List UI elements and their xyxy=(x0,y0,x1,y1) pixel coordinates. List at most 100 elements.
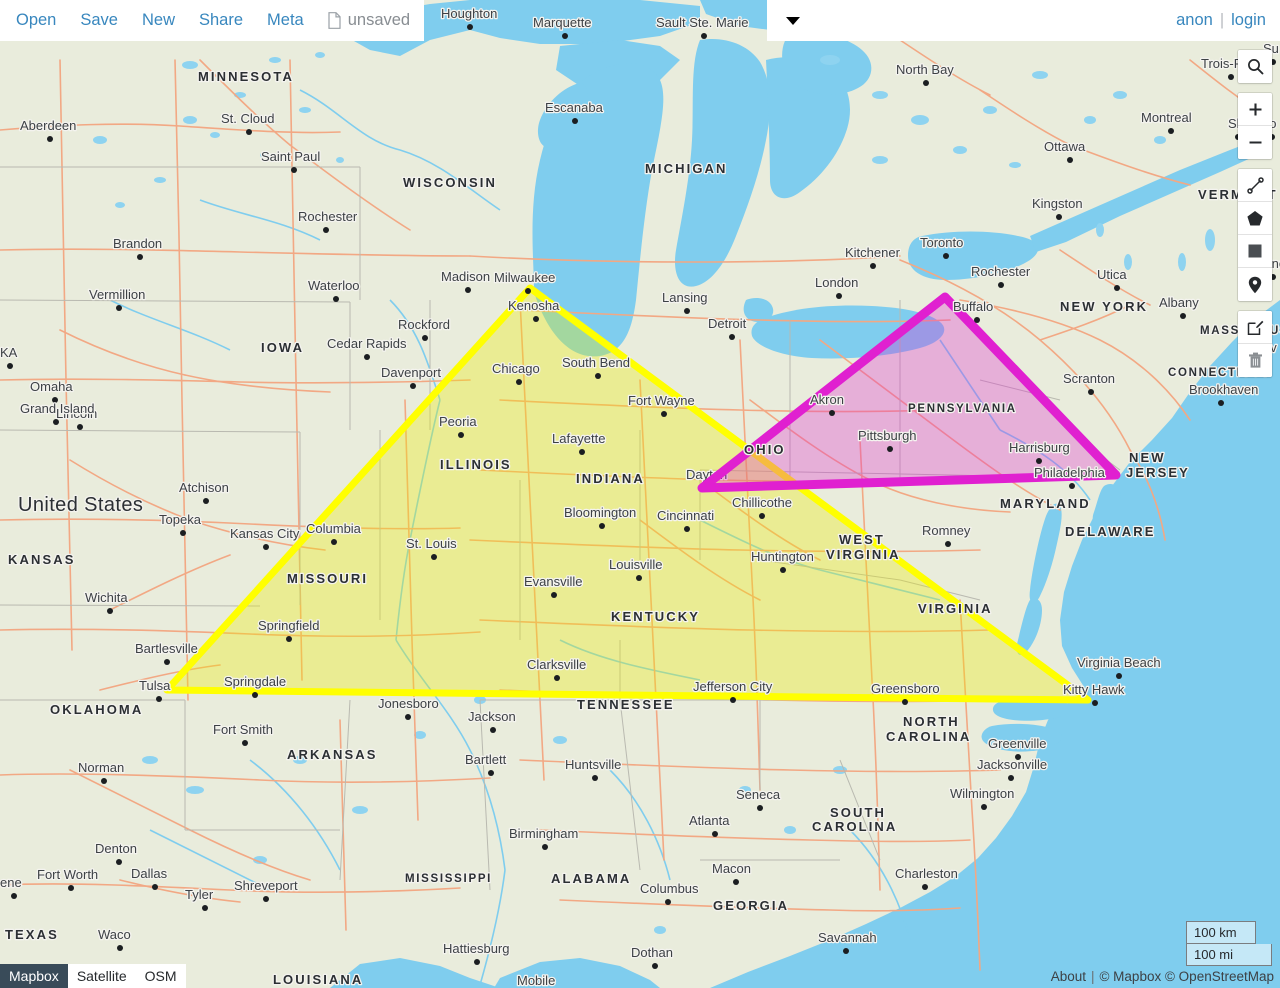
city-dot xyxy=(943,253,949,259)
layer-satellite[interactable]: Satellite xyxy=(68,964,136,988)
map-canvas[interactable]: Houghton Marquette Sault Ste. Marie St. Clo… xyxy=(0,0,1280,988)
mapbox-attribution[interactable]: © Mapbox xyxy=(1099,969,1161,984)
meta-button[interactable]: Meta xyxy=(255,0,316,41)
file-name: unsaved xyxy=(347,11,411,29)
map-label: ALABAMA xyxy=(551,871,631,886)
rectangle-tool-icon[interactable] xyxy=(1238,235,1272,268)
city-dot xyxy=(242,740,248,746)
map-label: Houghton xyxy=(441,6,497,21)
map-label: Davenport xyxy=(381,365,441,380)
city-dot xyxy=(246,129,252,135)
line-tool-icon[interactable] xyxy=(1238,169,1272,202)
marker-tool-icon[interactable] xyxy=(1238,268,1272,301)
map-label: Jonesboro xyxy=(378,696,439,711)
user-name[interactable]: anon xyxy=(1176,11,1213,30)
map-label: TENNESSEE xyxy=(577,697,675,712)
search-icon[interactable] xyxy=(1238,50,1272,83)
map-label: Peoria xyxy=(439,414,477,429)
city-dot xyxy=(1228,74,1234,80)
trash-icon[interactable] xyxy=(1238,344,1272,377)
city-dot xyxy=(533,316,539,322)
city-dot xyxy=(422,335,428,341)
auth-links: anon | login xyxy=(1176,11,1266,30)
map-label: Fort Smith xyxy=(213,722,273,737)
city-dot xyxy=(757,805,763,811)
map-label: Savannah xyxy=(818,930,877,945)
map-label: Bartlett xyxy=(465,752,507,767)
city-dot xyxy=(636,575,642,581)
map-label: Ottawa xyxy=(1044,139,1086,154)
city-dot xyxy=(733,879,739,885)
map-label: SOUTH xyxy=(830,805,886,820)
about-link[interactable]: About xyxy=(1051,969,1086,984)
map-label: Seneca xyxy=(736,787,781,802)
map-label: Kitchener xyxy=(845,245,901,260)
map-label: KA xyxy=(0,345,18,360)
osm-attribution[interactable]: © OpenStreetMap xyxy=(1165,969,1274,984)
city-dot xyxy=(729,334,735,340)
map-label: Chicago xyxy=(492,361,540,376)
login-link[interactable]: login xyxy=(1231,11,1266,30)
city-dot xyxy=(488,770,494,776)
document-icon xyxy=(328,12,341,29)
map-label: Saint Paul xyxy=(261,149,320,164)
city-dot xyxy=(137,254,143,260)
map-label: Fort Wayne xyxy=(628,393,695,408)
city-dot xyxy=(68,885,74,891)
city-dot xyxy=(1116,673,1122,679)
map-label: Wichita xyxy=(85,590,128,605)
map-label: Madison xyxy=(441,269,490,284)
city-dot xyxy=(333,296,339,302)
open-button[interactable]: Open xyxy=(12,0,68,41)
chevron-down-icon[interactable] xyxy=(781,9,805,33)
share-button[interactable]: Share xyxy=(187,0,255,41)
city-dot xyxy=(490,727,496,733)
city-dot xyxy=(922,884,928,890)
city-dot xyxy=(525,288,531,294)
scale-control: 100 km 100 mi xyxy=(1186,921,1272,966)
city-dot xyxy=(829,410,835,416)
edit-icon[interactable] xyxy=(1238,311,1272,344)
city-dot xyxy=(923,80,929,86)
map-label: Dothan xyxy=(631,945,673,960)
map-label: OHIO xyxy=(744,442,786,457)
map-label: London xyxy=(815,275,858,290)
new-button[interactable]: New xyxy=(130,0,187,41)
layer-mapbox[interactable]: Mapbox xyxy=(0,964,68,988)
save-button[interactable]: Save xyxy=(68,0,130,41)
map-label: MISSISSIPPI xyxy=(405,873,492,885)
scale-metric: 100 km xyxy=(1186,921,1256,944)
map-label: United States xyxy=(18,494,143,516)
city-dot xyxy=(572,118,578,124)
map-label: DELAWARE xyxy=(1065,524,1155,539)
map-application: Houghton Marquette Sault Ste. Marie St. Clo… xyxy=(0,0,1280,988)
map-label: Bloomington xyxy=(564,505,636,520)
city-dot xyxy=(101,778,107,784)
map-label: Jacksonville xyxy=(977,757,1047,772)
city-dot xyxy=(116,859,122,865)
map-label: Kansas City xyxy=(230,526,300,541)
map-label: Marquette xyxy=(533,15,592,30)
map-label: Harrisburg xyxy=(1009,440,1070,455)
layer-osm[interactable]: OSM xyxy=(136,964,186,988)
map-label: Shreveport xyxy=(234,878,298,893)
city-dot xyxy=(467,24,473,30)
current-file: unsaved xyxy=(316,11,410,30)
map-label: NEW xyxy=(1129,450,1166,465)
map-label: Rochester xyxy=(971,264,1031,279)
city-dot xyxy=(652,963,658,969)
map-label: Macon xyxy=(712,861,751,876)
map-label: VIRGINIA xyxy=(918,601,993,616)
city-dot xyxy=(164,659,170,665)
map-label: Sault Ste. Marie xyxy=(656,15,749,30)
city-dot xyxy=(180,530,186,536)
city-dot xyxy=(887,446,893,452)
edit-group xyxy=(1238,311,1272,377)
zoom-out-icon[interactable] xyxy=(1238,126,1272,159)
map-label: Waco xyxy=(98,927,131,942)
map-label: ARKANSAS xyxy=(287,747,377,762)
map-label: Fort Worth xyxy=(37,867,98,882)
map-label: Cedar Rapids xyxy=(327,336,407,351)
polygon-tool-icon[interactable] xyxy=(1238,202,1272,235)
zoom-in-icon[interactable] xyxy=(1238,93,1272,126)
